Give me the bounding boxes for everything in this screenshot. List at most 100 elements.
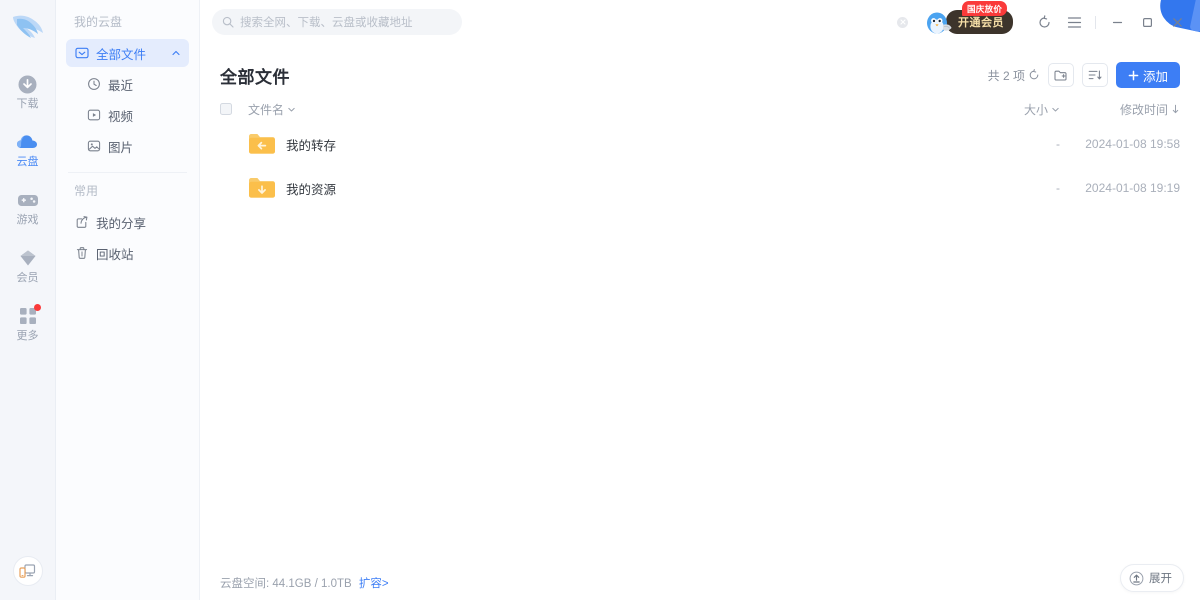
new-folder-icon — [1054, 69, 1068, 82]
file-modified-time: 2024-01-08 19:19 — [1085, 181, 1180, 195]
refresh-history-icon — [1037, 14, 1052, 30]
rail-item-label: 会员 — [16, 272, 39, 284]
sidebar-item-label: 最近 — [108, 78, 134, 93]
download-circle-icon — [16, 72, 40, 96]
table-header: 文件名 大小 修改时间 — [200, 96, 1200, 122]
main-panel: 搜索全网、下载、云盘或收藏地址 开通会员 国庆放价 全部文件 共 2 项 添加 … — [200, 0, 1200, 600]
search-icon — [222, 16, 234, 28]
trash-icon — [74, 246, 89, 261]
sidebar-item-video[interactable]: 视频 — [78, 101, 189, 129]
sidebar-item-label: 图片 — [108, 140, 134, 155]
storage-value: 44.1GB / 1.0TB — [272, 578, 352, 590]
rail-item-label: 下载 — [16, 98, 39, 110]
file-size: - — [1056, 181, 1060, 195]
maximize-icon — [1141, 16, 1154, 29]
row-checkbox[interactable] — [220, 138, 232, 150]
chevron-down-icon — [1051, 105, 1060, 114]
maximize-button[interactable] — [1132, 7, 1162, 37]
sidebar-item-label: 全部文件 — [96, 47, 147, 62]
page-header: 全部文件 共 2 项 添加 — [200, 54, 1200, 96]
share-icon — [74, 215, 89, 230]
file-name: 我的资源 — [286, 182, 337, 197]
rail-item-label: 游戏 — [16, 214, 39, 226]
sidebar-section-title-common: 常用 — [74, 184, 99, 198]
rail-item-list: 下载 云盘 游戏 会员 更多 — [0, 62, 55, 352]
arrow-down-icon — [1171, 104, 1180, 114]
gamepad-icon — [16, 188, 40, 212]
menu-button[interactable] — [1059, 7, 1089, 37]
icon-rail: 下载 云盘 游戏 会员 更多 — [0, 0, 56, 600]
refresh-icon[interactable] — [1028, 69, 1040, 81]
select-all-checkbox[interactable] — [220, 103, 232, 115]
storage-label: 云盘空间: — [220, 578, 270, 590]
status-bar: 云盘空间: 44.1GB / 1.0TB 扩容> 展开 — [200, 564, 1200, 600]
rail-item-download[interactable]: 下载 — [0, 62, 56, 120]
storage-upgrade-link[interactable]: 扩容> — [359, 578, 389, 590]
sidebar-item-image[interactable]: 图片 — [78, 132, 189, 160]
table-row[interactable]: 我的资源 - 2024-01-08 19:19 — [200, 166, 1200, 210]
plus-icon — [1128, 70, 1139, 81]
item-count: 共 2 项 — [988, 67, 1040, 84]
vip-promo[interactable]: 开通会员 国庆放价 — [924, 0, 1013, 44]
search-placeholder: 搜索全网、下载、云盘或收藏地址 — [240, 17, 413, 29]
minimize-button[interactable] — [1102, 7, 1132, 37]
column-header-time[interactable]: 修改时间 — [1060, 101, 1180, 118]
minimize-icon — [1111, 16, 1124, 29]
clock-icon — [86, 77, 101, 92]
sidebar-item-recent[interactable]: 最近 — [78, 70, 189, 98]
page-header-actions: 共 2 项 添加 — [988, 62, 1180, 88]
file-size: - — [1056, 137, 1060, 151]
chevron-up-icon[interactable] — [171, 48, 181, 58]
page-title: 全部文件 — [220, 67, 290, 87]
add-button[interactable]: 添加 — [1115, 62, 1180, 88]
column-header-size[interactable]: 大小 — [970, 101, 1060, 118]
vip-promo-tag: 国庆放价 — [962, 1, 1008, 16]
sidebar-item-my-shares[interactable]: 我的分享 — [66, 208, 189, 236]
column-header-size-label: 大小 — [1023, 102, 1048, 117]
sidebar-item-all-files[interactable]: 全部文件 — [66, 39, 189, 67]
column-header-name-label: 文件名 — [248, 102, 285, 117]
table-row[interactable]: 我的转存 - 2024-01-08 19:58 — [200, 122, 1200, 166]
rail-item-games[interactable]: 游戏 — [0, 178, 56, 236]
storage-info: 云盘空间: 44.1GB / 1.0TB 扩容> — [220, 575, 389, 591]
folder-down-arrow-icon — [248, 175, 276, 201]
folder-down-icon — [74, 46, 89, 61]
rail-item-cloud[interactable]: 云盘 — [0, 120, 56, 178]
chevron-down-icon — [287, 105, 296, 114]
titlebar-controls: 开通会员 国庆放价 — [897, 0, 1192, 44]
add-button-label: 添加 — [1142, 69, 1168, 84]
phone-transfer-icon — [19, 563, 36, 579]
expand-transfer-button[interactable]: 展开 — [1120, 564, 1184, 592]
cloud-icon — [16, 130, 40, 154]
row-checkbox[interactable] — [220, 182, 232, 194]
folder-left-arrow-icon — [248, 131, 276, 157]
expand-label: 展开 — [1149, 573, 1172, 585]
close-button[interactable] — [1162, 7, 1192, 37]
rail-item-more[interactable]: 更多 — [0, 294, 56, 352]
rail-item-vip[interactable]: 会员 — [0, 236, 56, 294]
search-input[interactable]: 搜索全网、下载、云盘或收藏地址 — [212, 9, 462, 35]
file-name: 我的转存 — [286, 138, 337, 153]
close-icon — [1171, 16, 1184, 29]
sidebar-item-label: 我的分享 — [96, 216, 147, 231]
top-bar: 搜索全网、下载、云盘或收藏地址 开通会员 国庆放价 — [200, 0, 1200, 44]
sidebar-divider — [68, 172, 187, 173]
sort-view-button[interactable] — [1081, 63, 1108, 87]
phone-transfer-button[interactable] — [12, 556, 43, 586]
sidebar: 我的云盘 全部文件 最近 视频 图片 常用 我的分享 回收站 — [56, 0, 200, 600]
video-icon — [86, 108, 101, 123]
close-small-icon[interactable] — [897, 16, 908, 28]
new-folder-button[interactable] — [1047, 63, 1074, 87]
sidebar-item-recycle-bin[interactable]: 回收站 — [66, 239, 189, 267]
history-refresh-button[interactable] — [1029, 7, 1059, 37]
sort-list-icon — [1088, 69, 1102, 81]
titlebar-divider — [1095, 15, 1096, 29]
file-list: 我的转存 - 2024-01-08 19:58 我的资源 - 2024-01-0… — [200, 122, 1200, 566]
rail-item-label: 更多 — [16, 330, 39, 342]
column-header-name[interactable]: 文件名 — [248, 101, 296, 118]
image-icon — [86, 139, 101, 154]
penguin-avatar[interactable] — [924, 8, 954, 36]
rail-item-label: 云盘 — [16, 156, 39, 168]
hamburger-menu-icon — [1067, 16, 1082, 29]
sidebar-item-label: 回收站 — [96, 247, 134, 262]
